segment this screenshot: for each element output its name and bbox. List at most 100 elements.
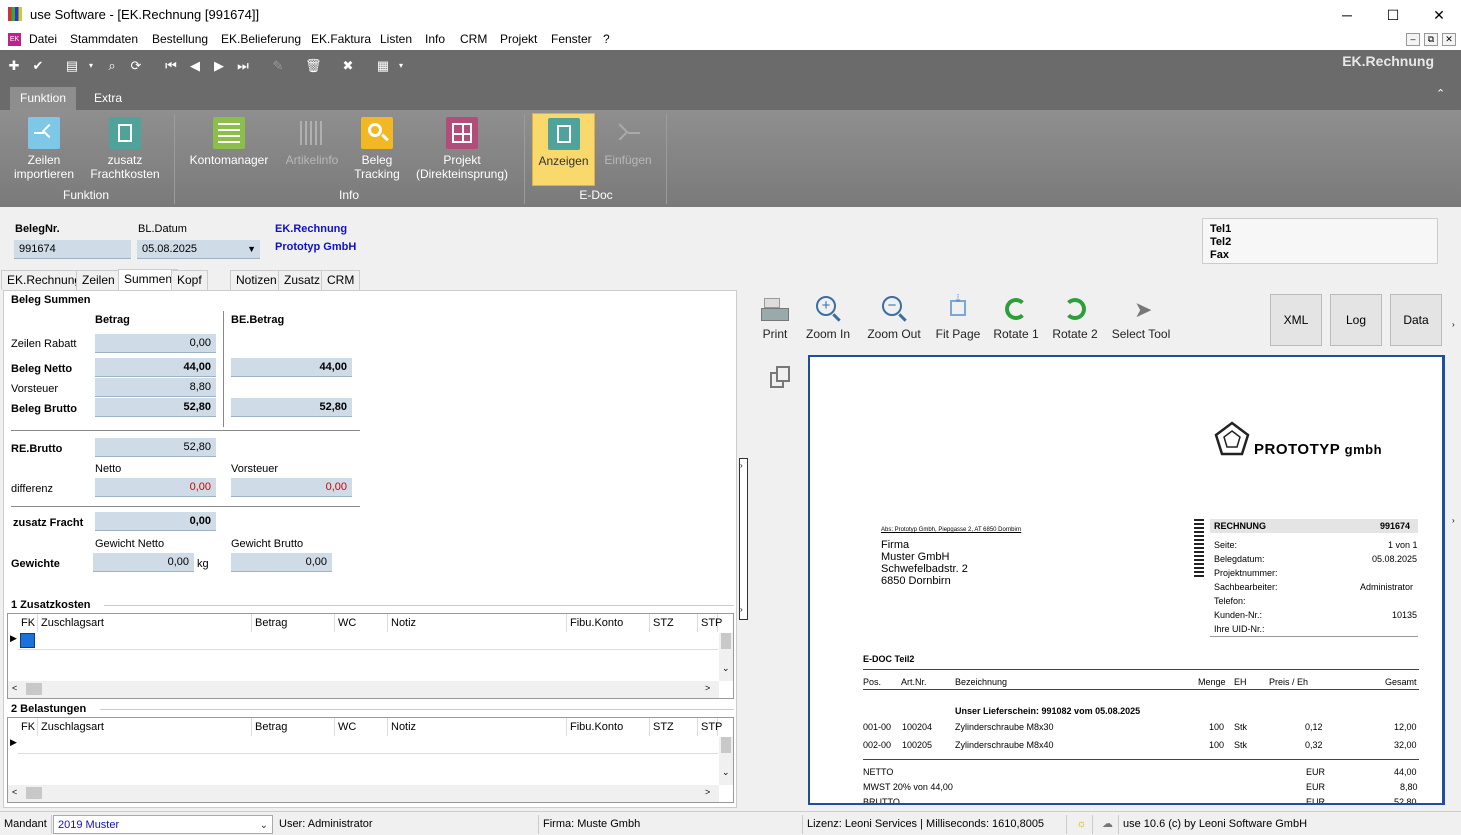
tab-zeilen[interactable]: Zeilen xyxy=(76,270,121,290)
col-stp[interactable]: STP xyxy=(698,718,722,736)
chevron-down-icon[interactable]: ⌄ xyxy=(260,816,268,835)
window-scrollbar[interactable]: › › xyxy=(1451,290,1461,810)
col-fk[interactable]: FK xyxy=(18,718,38,736)
mdi-minimize-icon[interactable]: – xyxy=(1406,33,1420,46)
mdi-close-icon[interactable]: ✕ xyxy=(1442,33,1456,46)
col-fibu-konto[interactable]: Fibu.Konto xyxy=(567,718,650,736)
zoom-in-button[interactable]: + Zoom In xyxy=(805,294,851,341)
scroll-arrow-icon[interactable]: › xyxy=(1452,516,1455,525)
refresh-icon[interactable]: ⟳ xyxy=(128,58,144,74)
xml-button[interactable]: XML xyxy=(1270,294,1322,346)
zusatz-fracht-field[interactable]: 0,00 xyxy=(95,512,216,531)
col-notiz[interactable]: Notiz xyxy=(388,718,567,736)
mdi-restore-icon[interactable]: ⧉ xyxy=(1424,33,1438,46)
mandant-select[interactable]: 2019 Muster ⌄ xyxy=(53,815,273,834)
col-zuschlagsart[interactable]: Zuschlagsart xyxy=(38,614,252,632)
menu-fenster[interactable]: Fenster xyxy=(551,32,592,46)
gewicht-brutto-field[interactable]: 0,00 xyxy=(231,553,332,572)
collapse-arrow-icon[interactable]: › xyxy=(740,461,743,470)
new-icon[interactable]: ✚ xyxy=(6,58,22,74)
chevron-down-icon[interactable]: ▼ xyxy=(247,240,256,258)
ribbon-tab-funktion[interactable]: Funktion xyxy=(10,87,77,110)
menu-info[interactable]: Info xyxy=(425,32,445,46)
menu-bestellung[interactable]: Bestellung xyxy=(152,32,208,46)
col-stz[interactable]: STZ xyxy=(650,718,698,736)
next-record-icon[interactable]: ▶ xyxy=(211,58,227,74)
document-icon[interactable]: EK xyxy=(8,33,21,46)
horizontal-scrollbar[interactable]: < > xyxy=(8,681,719,698)
select-tool-button[interactable]: ➤ Select Tool xyxy=(1111,294,1171,342)
tab-summen[interactable]: Summen xyxy=(118,269,179,290)
col-notiz[interactable]: Notiz xyxy=(388,614,567,632)
data-button[interactable]: Data xyxy=(1390,294,1442,346)
menu-projekt[interactable]: Projekt xyxy=(500,32,537,46)
col-stp[interactable]: STP xyxy=(698,614,722,632)
collapse-arrow-icon[interactable]: › xyxy=(740,605,743,614)
menu-ek-faktura[interactable]: EK.Faktura xyxy=(311,32,371,46)
print-dropdown-icon[interactable]: ▾ xyxy=(86,58,96,74)
show-edoc-button[interactable]: Anzeigen xyxy=(532,113,595,186)
zoom-out-button[interactable]: − Zoom Out xyxy=(865,294,923,341)
col-betrag[interactable]: Betrag xyxy=(252,614,335,632)
menu-datei[interactable]: Datei xyxy=(29,32,57,46)
col-zuschlagsart[interactable]: Zuschlagsart xyxy=(38,718,252,736)
last-record-icon[interactable]: ⏭ xyxy=(235,58,251,74)
close-button[interactable]: ✕ xyxy=(1416,0,1461,30)
col-fk[interactable]: FK xyxy=(18,614,38,632)
minimize-button[interactable]: ─ xyxy=(1324,0,1370,30)
import-lines-button[interactable]: Zeilen importieren xyxy=(8,113,80,189)
save-check-icon[interactable]: ✔ xyxy=(30,58,46,74)
tab-notizen[interactable]: Notizen xyxy=(230,270,283,290)
be-netto-field[interactable]: 44,00 xyxy=(231,358,352,377)
maximize-button[interactable]: ☐ xyxy=(1370,0,1416,30)
tracking-button[interactable]: Beleg Tracking xyxy=(350,113,404,189)
rotate2-button[interactable]: Rotate 2 xyxy=(1052,294,1098,341)
copy-pages-icon[interactable] xyxy=(770,366,792,390)
rotate1-button[interactable]: Rotate 1 xyxy=(993,294,1039,341)
re-brutto-field[interactable]: 52,80 xyxy=(95,438,216,457)
beleg-brutto-field[interactable]: 52,80 xyxy=(95,398,216,417)
menu-stammdaten[interactable]: Stammdaten xyxy=(70,32,138,46)
tab-zusatz[interactable]: Zusatz xyxy=(278,270,327,290)
notification-sun-icon[interactable]: ☼ xyxy=(1067,815,1093,834)
menu-ek-belieferung[interactable]: EK.Belieferung xyxy=(221,32,301,46)
menu-listen[interactable]: Listen xyxy=(380,32,412,46)
print-button[interactable]: Print xyxy=(760,294,790,341)
project-button[interactable]: Projekt (Direkteinsprung) xyxy=(414,113,510,189)
tab-crm[interactable]: CRM xyxy=(321,270,361,290)
col-fibu-konto[interactable]: Fibu.Konto xyxy=(567,614,650,632)
scroll-arrow-icon[interactable]: › xyxy=(1452,320,1455,329)
grid-icon[interactable]: ▦ xyxy=(375,58,391,74)
col-stz[interactable]: STZ xyxy=(650,614,698,632)
vertical-scrollbar[interactable]: ⌄ xyxy=(719,737,733,785)
fit-page-button[interactable]: ⇣ Fit Page xyxy=(935,293,981,341)
belegnr-field[interactable]: 991674 xyxy=(14,240,131,259)
delete-icon[interactable]: 🗑 xyxy=(305,58,322,74)
datum-field[interactable]: 05.08.2025 ▼ xyxy=(137,240,260,259)
prev-record-icon[interactable]: ◀ xyxy=(187,58,203,74)
diff-vorsteuer-field[interactable]: 0,00 xyxy=(231,478,352,497)
grid-dropdown-icon[interactable]: ▾ xyxy=(396,58,406,74)
tab-ek-rechnung[interactable]: EK.Rechnung xyxy=(1,270,88,290)
first-record-icon[interactable]: ⏮ xyxy=(163,58,179,74)
tab-kopf-teil2[interactable]: Kopf Teil2 xyxy=(171,270,208,306)
menu-help[interactable]: ? xyxy=(603,32,610,46)
zeilen-rabatt-field[interactable]: 0,00 xyxy=(95,334,216,353)
selected-cell[interactable] xyxy=(20,633,35,648)
be-brutto-field[interactable]: 52,80 xyxy=(231,398,352,417)
col-wc[interactable]: WC xyxy=(335,718,388,736)
print-icon[interactable]: ▤ xyxy=(64,58,80,74)
vertical-scrollbar[interactable]: ⌄ xyxy=(719,633,733,681)
col-betrag[interactable]: Betrag xyxy=(252,718,335,736)
freight-costs-button[interactable]: zusatz Frachtkosten xyxy=(88,113,162,189)
ribbon-tab-extra[interactable]: Extra xyxy=(84,87,132,110)
menu-crm[interactable]: CRM xyxy=(460,32,487,46)
horizontal-scrollbar[interactable]: < > xyxy=(8,785,719,802)
gewicht-netto-field[interactable]: 0,00 xyxy=(93,553,194,572)
search-icon[interactable]: ⌕ xyxy=(104,58,120,74)
diff-netto-field[interactable]: 0,00 xyxy=(95,478,216,497)
vorsteuer-field[interactable]: 8,80 xyxy=(95,378,216,397)
log-button[interactable]: Log xyxy=(1330,294,1382,346)
account-manager-button[interactable]: Kontomanager xyxy=(188,113,270,189)
cancel-icon[interactable]: ✖ xyxy=(340,58,356,74)
